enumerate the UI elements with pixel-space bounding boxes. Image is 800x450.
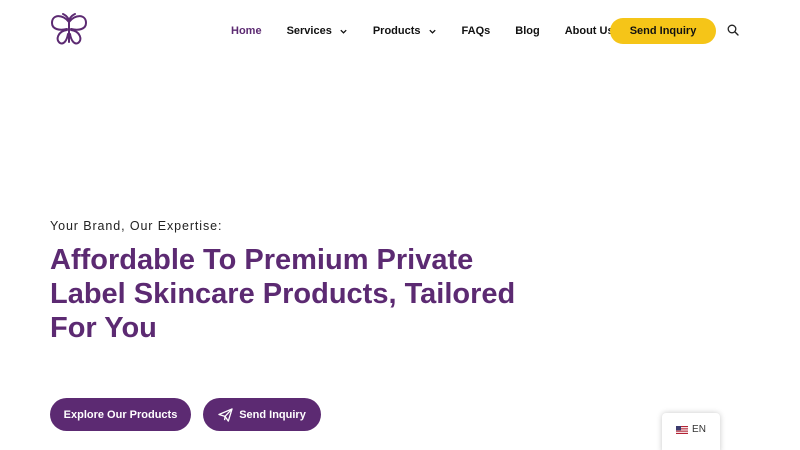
language-switcher[interactable]: EN bbox=[662, 413, 720, 450]
send-inquiry-label: Send Inquiry bbox=[239, 408, 306, 421]
nav-services[interactable]: Services bbox=[287, 25, 348, 37]
explore-products-button[interactable]: Explore Our Products bbox=[50, 398, 191, 431]
main-nav: Home Services Products FAQs Blog About U… bbox=[218, 18, 630, 44]
hero-title: Affordable To Premium Private Label Skin… bbox=[50, 244, 516, 344]
nav-services-label: Services bbox=[286, 25, 332, 37]
nav-blog-label: Blog bbox=[515, 25, 540, 37]
nav-home-label: Home bbox=[231, 25, 262, 37]
paper-plane-icon bbox=[218, 407, 233, 422]
site-header: Home Services Products FAQs Blog About U… bbox=[0, 0, 800, 62]
nav-blog[interactable]: Blog bbox=[515, 25, 539, 37]
explore-products-label: Explore Our Products bbox=[63, 408, 178, 421]
hero-kicker: Your Brand, Our Expertise: bbox=[50, 219, 223, 233]
header-send-inquiry-button[interactable]: Send Inquiry bbox=[610, 18, 716, 44]
butterfly-logo-icon[interactable] bbox=[48, 12, 90, 48]
header-send-inquiry-label: Send Inquiry bbox=[629, 25, 697, 37]
nav-about-us-label: About Us bbox=[564, 25, 614, 37]
chevron-down-icon bbox=[428, 29, 436, 34]
send-inquiry-button[interactable]: Send Inquiry bbox=[203, 398, 321, 431]
language-label: EN bbox=[692, 424, 706, 435]
nav-home[interactable]: Home bbox=[231, 25, 262, 37]
chevron-down-icon bbox=[340, 29, 347, 34]
us-flag-icon bbox=[676, 426, 689, 434]
search-icon[interactable] bbox=[727, 24, 739, 36]
nav-products-label: Products bbox=[372, 25, 421, 37]
nav-faqs-label: FAQs bbox=[461, 25, 491, 37]
nav-faqs[interactable]: FAQs bbox=[462, 25, 491, 37]
nav-products[interactable]: Products bbox=[373, 25, 437, 37]
